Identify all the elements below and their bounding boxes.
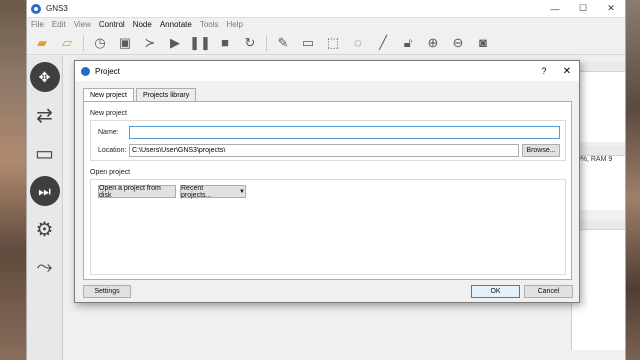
location-label: Location:: [98, 147, 127, 154]
maximize-button[interactable]: ☐: [569, 0, 597, 18]
lock-icon[interactable]: 🔓︎: [399, 34, 417, 52]
start-icon[interactable]: ▶: [166, 34, 184, 52]
draw-line-icon[interactable]: ╱: [374, 34, 392, 52]
tab-new-project[interactable]: New project: [83, 88, 134, 101]
dialog-title: Project: [95, 66, 120, 76]
menu-node[interactable]: Node: [133, 20, 152, 29]
gns3-logo-icon: [31, 3, 41, 14]
open-project-from-disk-button[interactable]: Open a project from disk: [98, 185, 176, 199]
end-devices-icon[interactable]: ▭: [30, 138, 60, 168]
project-name-input[interactable]: [129, 126, 560, 139]
project-location-input[interactable]: [129, 144, 519, 157]
ok-button[interactable]: OK: [471, 285, 520, 298]
security-devices-icon[interactable]: ⏭: [29, 176, 60, 206]
menu-edit[interactable]: Edit: [52, 20, 66, 29]
cancel-button[interactable]: Cancel: [524, 285, 573, 298]
toolbar-separator: [83, 34, 84, 51]
browse-button[interactable]: Browse...: [522, 144, 560, 157]
toolbar-separator: [266, 34, 267, 51]
window-titlebar: GNS3 — ☐ ✕: [27, 0, 625, 18]
show-interfaces-icon[interactable]: ▣: [116, 34, 134, 52]
zoom-out-icon[interactable]: ⊖: [449, 34, 467, 52]
window-controls: — ☐ ✕: [541, 0, 625, 18]
pause-icon[interactable]: ❚❚: [189, 34, 211, 52]
tab-projects-library[interactable]: Projects library: [135, 88, 197, 101]
dialog-tabs: New project Projects library: [83, 88, 198, 101]
menu-tools[interactable]: Tools: [200, 20, 219, 29]
open-project-icon[interactable]: ▱: [58, 34, 76, 52]
help-button[interactable]: ?: [533, 66, 555, 76]
menu-view[interactable]: View: [74, 20, 91, 29]
new-project-icon[interactable]: ▰: [33, 34, 51, 52]
new-project-section-label: New project: [90, 110, 127, 117]
reload-icon[interactable]: ↻: [241, 34, 259, 52]
minimize-button[interactable]: —: [541, 0, 569, 18]
snapshot-icon[interactable]: ◷: [91, 34, 109, 52]
open-project-section-label: Open project: [90, 169, 131, 176]
project-dialog: Project ? ✕ New project Projects library…: [74, 60, 580, 303]
add-link-icon[interactable]: ⤳: [30, 252, 60, 282]
add-note-icon[interactable]: ✎: [274, 34, 292, 52]
window-title: GNS3: [46, 4, 68, 13]
menu-file[interactable]: File: [31, 20, 44, 29]
routers-icon[interactable]: ✥: [29, 62, 60, 92]
zoom-in-icon[interactable]: ⊕: [424, 34, 442, 52]
device-panel: ✥ ⇄ ▭ ⏭ ⚙ ⤳: [27, 56, 63, 360]
main-toolbar: ▰ ▱ ◷ ▣ ≻ ▶ ❚❚ ■ ↻ ✎ ▭ ⬚ ◌ ╱ 🔓︎ ⊕ ⊖ ◙: [27, 31, 625, 55]
recent-projects-dropdown[interactable]: Recent projects... ▼: [180, 184, 246, 199]
console-icon[interactable]: ≻: [141, 34, 159, 52]
desktop-wallpaper-left: [0, 0, 26, 360]
desktop-wallpaper-right: [626, 0, 640, 360]
switches-icon[interactable]: ⇄: [30, 100, 60, 130]
draw-ellipse-icon[interactable]: ◌: [349, 34, 367, 52]
recent-projects-label: Recent projects...: [181, 184, 212, 199]
dialog-close-button[interactable]: ✕: [555, 66, 579, 77]
menu-bar: File Edit View Control Node Annotate Too…: [27, 18, 625, 31]
chevron-down-icon: ▼: [239, 188, 245, 195]
new-project-tab-body: New project Name: Location: Browse... Op…: [83, 101, 572, 280]
draw-rectangle-icon[interactable]: ⬚: [324, 34, 342, 52]
menu-control[interactable]: Control: [99, 20, 125, 29]
menu-annotate[interactable]: Annotate: [160, 20, 192, 29]
gns3-logo-icon: [81, 66, 90, 76]
settings-button[interactable]: Settings: [83, 285, 131, 298]
menu-help[interactable]: Help: [227, 20, 243, 29]
dialog-titlebar: Project ? ✕: [75, 61, 579, 81]
stop-icon[interactable]: ■: [216, 34, 234, 52]
screenshot-icon[interactable]: ◙: [474, 34, 492, 52]
all-devices-icon[interactable]: ⚙: [30, 214, 60, 244]
close-button[interactable]: ✕: [597, 0, 625, 18]
insert-picture-icon[interactable]: ▭: [299, 34, 317, 52]
name-label: Name:: [98, 129, 119, 136]
